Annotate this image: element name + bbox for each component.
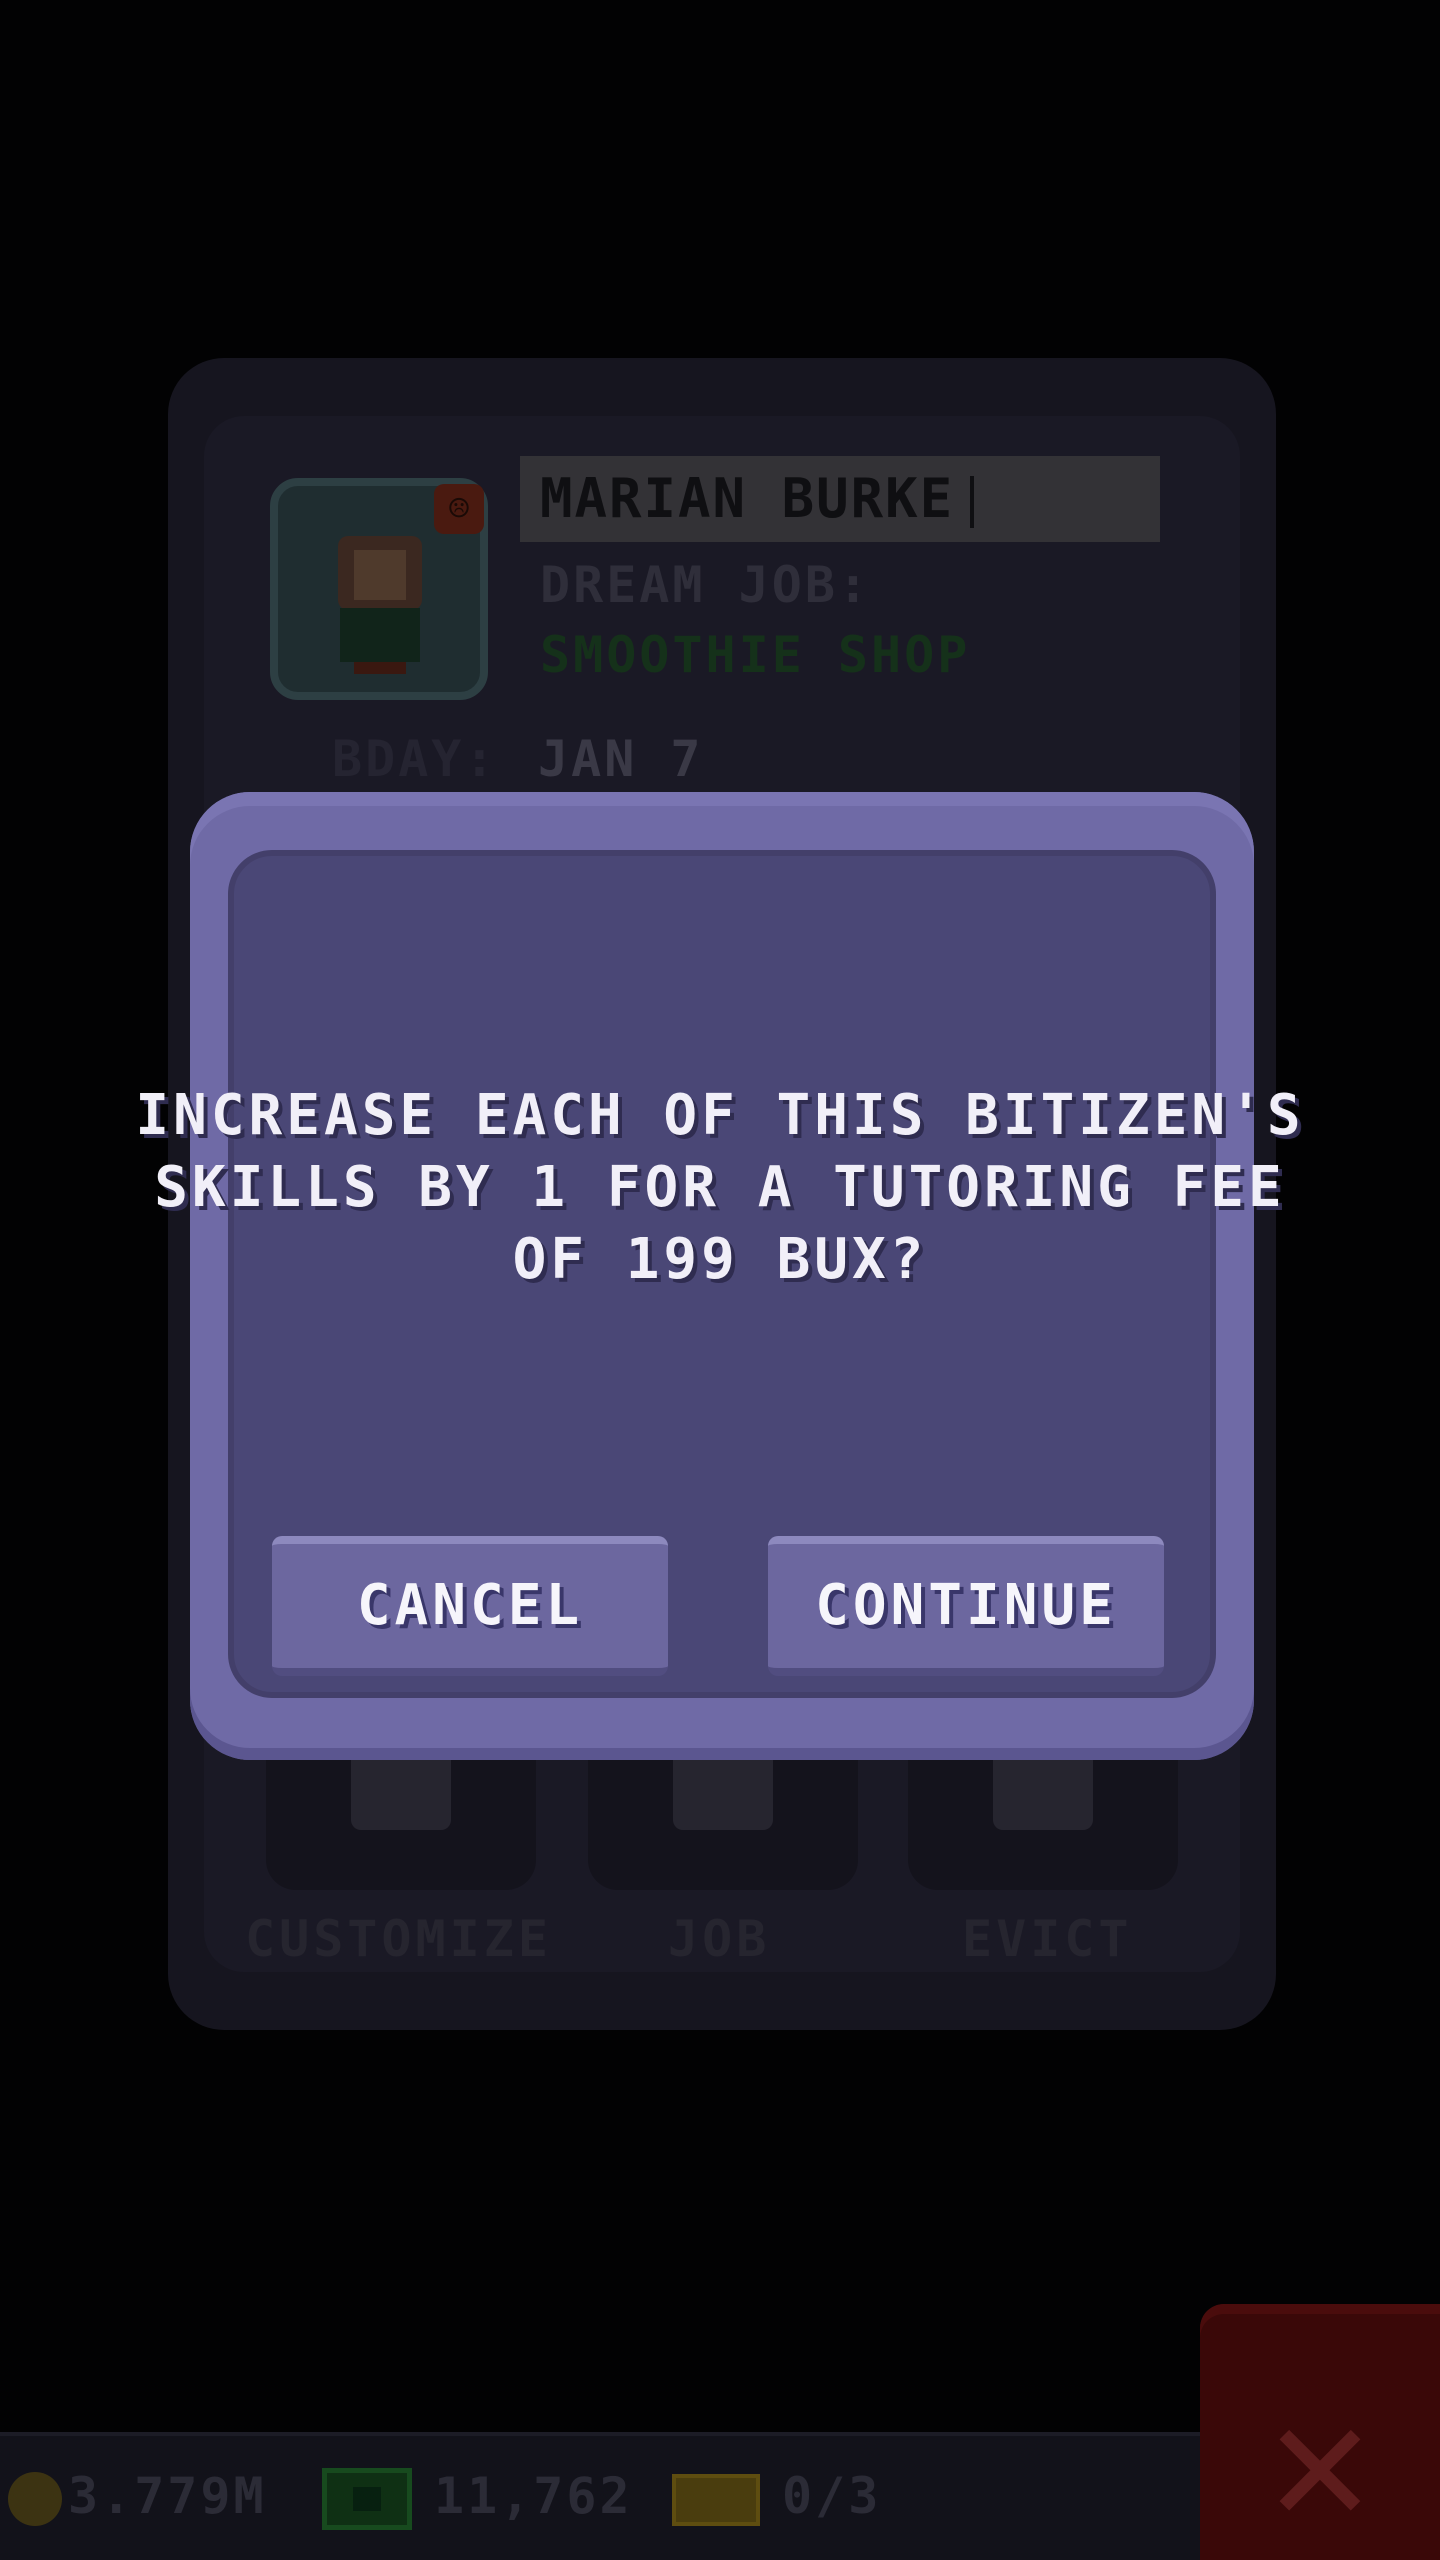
customize-label: CUSTOMIZE (245, 1910, 552, 1968)
text-caret (970, 476, 975, 529)
bitizen-name-input[interactable]: MARIAN BURKE (520, 456, 1160, 542)
coin-icon (8, 2472, 62, 2526)
dream-job-label: DREAM JOB: (540, 556, 872, 614)
coins-value: 3.779M (68, 2467, 267, 2525)
job-icon (673, 1750, 773, 1830)
evict-icon (993, 1750, 1093, 1830)
game-screen: ☹ MARIAN BURKE DREAM JOB: SMOOTHIE SHOP … (0, 0, 1440, 2560)
bitizen-name-text: MARIAN BURKE (540, 467, 955, 530)
dialog-message: INCREASE EACH OF THIS BITIZEN'S SKILLS B… (135, 1083, 1305, 1292)
cancel-button[interactable]: CANCEL (272, 1536, 668, 1676)
avatar-feet (354, 662, 406, 674)
tickets-value: 0/3 (782, 2467, 882, 2525)
dream-job-value: SMOOTHIE SHOP (540, 626, 971, 684)
sad-face-icon: ☹ (434, 484, 484, 534)
bux-icon (322, 2468, 412, 2530)
job-label: JOB (668, 1910, 771, 1968)
continue-button[interactable]: CONTINUE (768, 1536, 1164, 1676)
avatar-body (340, 608, 420, 662)
evict-label: EVICT (962, 1910, 1133, 1968)
bux-value: 11,762 (434, 2467, 633, 2525)
ticket-icon (672, 2474, 760, 2526)
bday-label: BDAY: (332, 730, 498, 788)
avatar-face (354, 550, 406, 600)
bday-value: JAN 7 (538, 730, 704, 788)
customize-icon (351, 1750, 451, 1830)
close-icon[interactable]: ✕ (1200, 2304, 1440, 2560)
